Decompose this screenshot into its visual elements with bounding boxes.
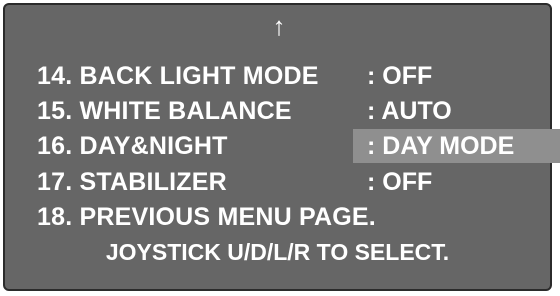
joystick-hint-text: JOYSTICK U/D/L/R TO SELECT. <box>105 239 450 265</box>
menu-item-value[interactable]: : OFF <box>353 165 560 199</box>
menu-item-label: 14. BACK LIGHT MODE <box>37 62 319 90</box>
menu-item-label: 18. PREVIOUS MENU PAGE. <box>37 203 376 231</box>
menu-item-value-selected[interactable]: : DAY MODE <box>353 129 560 163</box>
menu-item-label: 16. DAY&NIGHT <box>37 132 228 160</box>
menu-item-value[interactable]: : AUTO <box>353 94 560 128</box>
menu-item-label: 15. WHITE BALANCE <box>37 97 292 125</box>
osd-menu-panel: ↑ 14. BACK LIGHT MODE : OFF 15. WHITE BA… <box>3 3 560 291</box>
scroll-up-arrow-icon: ↑ <box>272 11 286 41</box>
menu-item-label: 17. STABILIZER <box>37 168 227 196</box>
menu-item-value[interactable]: : OFF <box>353 59 560 93</box>
